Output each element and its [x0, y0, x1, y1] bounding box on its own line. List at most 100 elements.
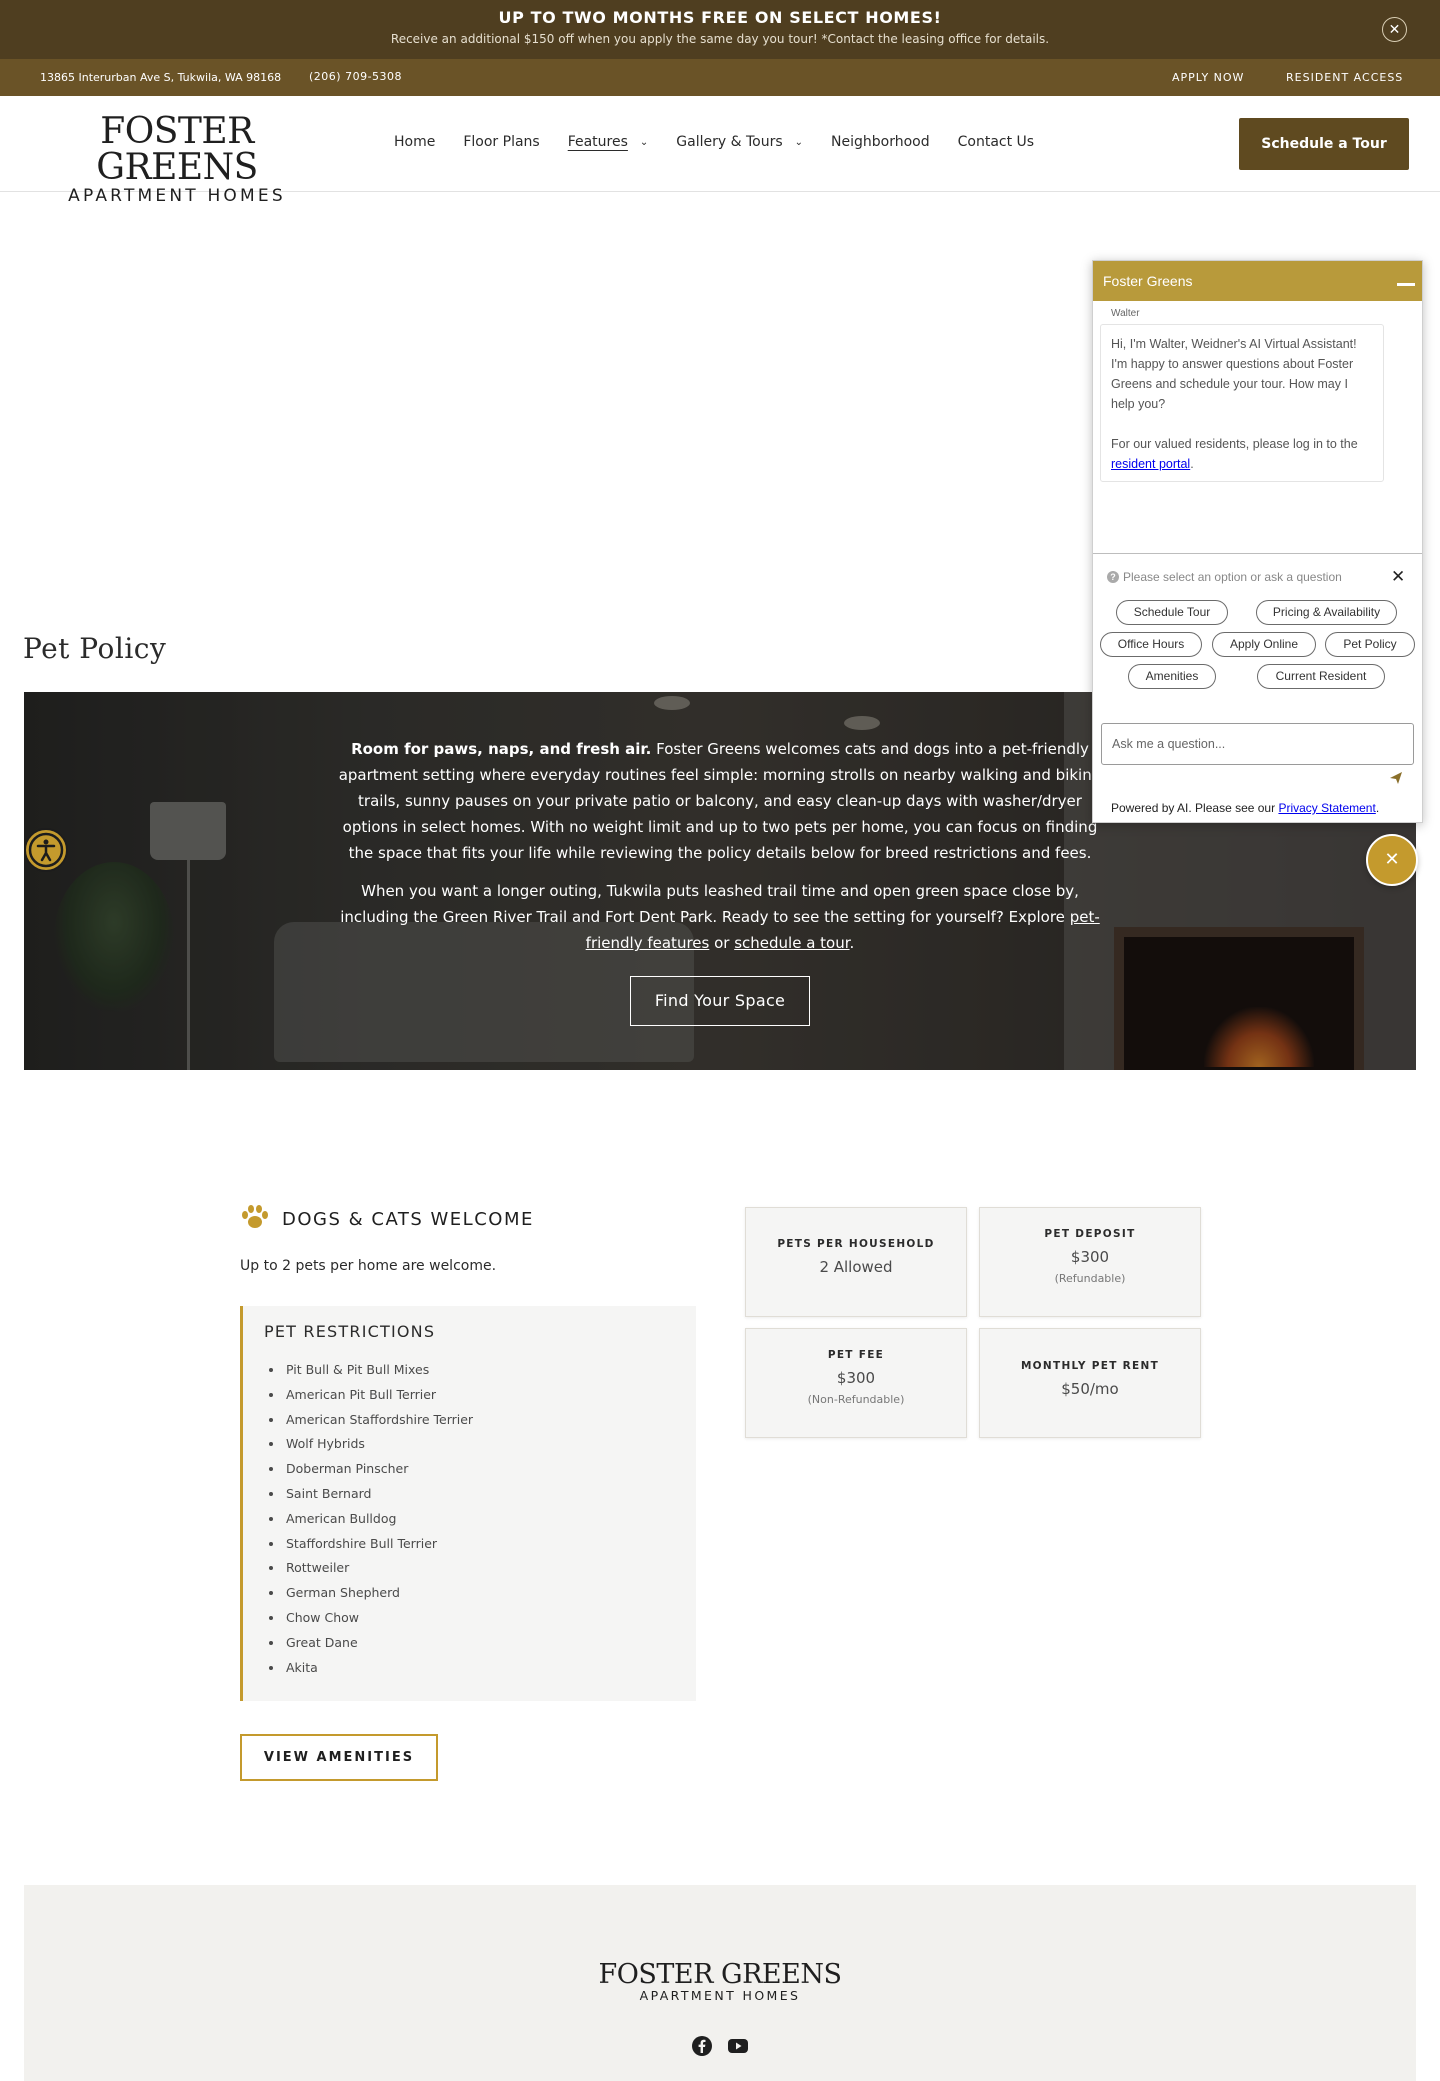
card-label: PETS PER HOUSEHOLD — [777, 1238, 935, 1250]
apply-now-link[interactable]: APPLY NOW — [1172, 71, 1244, 84]
list-item: Rottweiler — [284, 1558, 473, 1583]
nav-features[interactable]: Features ⌄ — [568, 134, 649, 150]
site-header: FOSTER GREENS APARTMENT HOMES Home Floor… — [0, 96, 1440, 206]
close-icon[interactable]: ✕ — [1391, 567, 1405, 587]
chip-current-resident[interactable]: Current Resident — [1257, 664, 1385, 689]
site-logo[interactable]: FOSTER GREENS APARTMENT HOMES — [32, 111, 322, 207]
chat-message: Hi, I'm Walter, Weidner's AI Virtual Ass… — [1100, 324, 1384, 482]
pets-heading-text: DOGS & CATS WELCOME — [282, 1209, 534, 1230]
chat-message-2-text: For our valued residents, please log in … — [1111, 437, 1358, 451]
chevron-down-icon[interactable]: ⌄ — [795, 137, 803, 148]
chip-office-hours[interactable]: Office Hours — [1100, 632, 1202, 657]
logo-main-text: FOSTER GREENS — [96, 111, 258, 188]
list-item: American Pit Bull Terrier — [284, 1385, 473, 1410]
chip-pet-policy[interactable]: Pet Policy — [1325, 632, 1415, 657]
view-amenities-button[interactable]: VIEW AMENITIES — [240, 1734, 438, 1781]
nav-floor-plans-label: Floor Plans — [463, 134, 540, 150]
card-value: 2 Allowed — [819, 1258, 893, 1276]
nav-neighborhood[interactable]: Neighborhood — [831, 134, 930, 150]
paw-icon — [240, 1204, 270, 1235]
find-your-space-button[interactable]: Find Your Space — [630, 976, 810, 1026]
chat-divider — [1093, 553, 1422, 554]
send-icon[interactable] — [1389, 771, 1403, 790]
list-item: Akita — [284, 1658, 473, 1683]
page-title: Pet Policy — [23, 632, 167, 665]
facebook-icon[interactable] — [691, 2035, 713, 2057]
pet-restrictions-box: PET RESTRICTIONS Pit Bull & Pit Bull Mix… — [240, 1306, 696, 1701]
chat-message-2: For our valued residents, please log in … — [1111, 434, 1373, 474]
card-pet-deposit: PET DEPOSIT $300 (Refundable) — [979, 1207, 1201, 1317]
list-item: Chow Chow — [284, 1608, 473, 1633]
youtube-icon[interactable] — [727, 2035, 749, 2057]
list-item: German Shepherd — [284, 1583, 473, 1608]
nav-home[interactable]: Home — [394, 134, 435, 150]
logo-sub-text: APARTMENT HOMES — [68, 186, 286, 206]
chat-footer: Powered by AI. Please see our Privacy St… — [1111, 801, 1379, 815]
hero-p1-text: Foster Greens welcomes cats and dogs int… — [338, 740, 1102, 862]
schedule-tour-button[interactable]: Schedule a Tour — [1239, 118, 1409, 170]
chip-amenities[interactable]: Amenities — [1128, 664, 1216, 689]
resident-access-link[interactable]: RESIDENT ACCESS — [1286, 71, 1403, 84]
pets-subtext: Up to 2 pets per home are welcome. — [240, 1258, 497, 1274]
resident-portal-link[interactable]: resident portal — [1111, 457, 1190, 471]
accessibility-icon[interactable] — [24, 828, 68, 872]
card-value: $50/mo — [1061, 1380, 1119, 1398]
footer-logo-sub: APARTMENT HOMES — [639, 1988, 801, 2003]
phone-link[interactable]: (206) 709-5308 — [309, 70, 402, 83]
nav-contact[interactable]: Contact Us — [958, 134, 1034, 150]
card-pet-fee: PET FEE $300 (Non-Refundable) — [745, 1328, 967, 1438]
card-monthly-pet-rent: MONTHLY PET RENT $50/mo — [979, 1328, 1201, 1438]
promo-title: UP TO TWO MONTHS FREE ON SELECT HOMES! — [498, 8, 942, 27]
chevron-down-icon[interactable]: ⌄ — [640, 137, 648, 148]
card-value: $300 — [1070, 1248, 1110, 1266]
chat-footer-end: . — [1375, 801, 1380, 815]
hero-p2-end: . — [849, 934, 855, 952]
restrictions-title: PET RESTRICTIONS — [264, 1322, 436, 1341]
nav-features-label: Features — [567, 134, 628, 150]
card-label: PET DEPOSIT — [1044, 1228, 1136, 1240]
card-pets-per-household: PETS PER HOUSEHOLD 2 Allowed — [745, 1207, 967, 1317]
close-icon[interactable]: ✕ — [1382, 17, 1407, 42]
minimize-icon[interactable] — [1397, 283, 1415, 286]
chip-apply-online[interactable]: Apply Online — [1212, 632, 1316, 657]
chat-prompt: ? Please select an option or ask a quest… — [1107, 570, 1342, 584]
chat-widget: Foster Greens Walter Hi, I'm Walter, Wei… — [1092, 260, 1423, 823]
nav-floor-plans[interactable]: Floor Plans — [463, 134, 539, 150]
card-label: PET FEE — [827, 1349, 885, 1361]
promo-subtitle: Receive an additional $150 off when you … — [390, 32, 1050, 46]
hero-p2-text: When you want a longer outing, Tukwila p… — [340, 882, 1079, 926]
chip-schedule-tour[interactable]: Schedule Tour — [1116, 600, 1228, 625]
card-note: (Refundable) — [1054, 1272, 1126, 1285]
chat-prompt-text: Please select an option or ask a questio… — [1123, 570, 1342, 584]
nav-neighborhood-label: Neighborhood — [831, 134, 930, 150]
list-item: Wolf Hybrids — [284, 1434, 473, 1459]
chat-close-icon[interactable]: ✕ — [1366, 834, 1418, 886]
chat-message-1: Hi, I'm Walter, Weidner's AI Virtual Ass… — [1111, 337, 1357, 411]
schedule-tour-link[interactable]: schedule a tour — [734, 934, 849, 952]
hero-content: Room for paws, naps, and fresh air. Fost… — [336, 736, 1104, 956]
hero-p2-mid: or — [709, 934, 735, 952]
promo-banner: UP TO TWO MONTHS FREE ON SELECT HOMES! R… — [0, 0, 1440, 59]
card-label: MONTHLY PET RENT — [1020, 1360, 1160, 1372]
nav-gallery-tours[interactable]: Gallery & Tours ⌄ — [676, 134, 803, 150]
list-item: Doberman Pinscher — [284, 1459, 473, 1484]
footer-logo-main: FOSTER GREENS — [598, 1959, 842, 1990]
list-item: Great Dane — [284, 1633, 473, 1658]
list-item: American Bulldog — [284, 1509, 473, 1534]
nav-gallery-label: Gallery & Tours — [676, 134, 783, 150]
privacy-statement-link[interactable]: Privacy Statement — [1278, 801, 1375, 815]
site-footer: FOSTER GREENS APARTMENT HOMES — [24, 1885, 1416, 2081]
list-item: Saint Bernard — [284, 1484, 473, 1509]
list-item: American Staffordshire Terrier — [284, 1410, 473, 1435]
footer-logo[interactable]: FOSTER GREENS APARTMENT HOMES — [598, 1961, 842, 2004]
hero-paragraph-1: Room for paws, naps, and fresh air. Fost… — [336, 736, 1104, 866]
chat-input[interactable] — [1101, 723, 1414, 765]
nav-contact-label: Contact Us — [957, 134, 1035, 150]
hero-paragraph-2: When you want a longer outing, Tukwila p… — [336, 878, 1104, 956]
chat-header: Foster Greens — [1093, 261, 1422, 301]
chip-pricing-availability[interactable]: Pricing & Availability — [1256, 600, 1397, 625]
restrictions-list: Pit Bull & Pit Bull Mixes American Pit B… — [284, 1360, 473, 1682]
address[interactable]: 13865 Interurban Ave S, Tukwila, WA 9816… — [40, 71, 281, 84]
chat-footer-text: Powered by AI. Please see our — [1111, 801, 1279, 815]
chat-title: Foster Greens — [1103, 273, 1193, 289]
